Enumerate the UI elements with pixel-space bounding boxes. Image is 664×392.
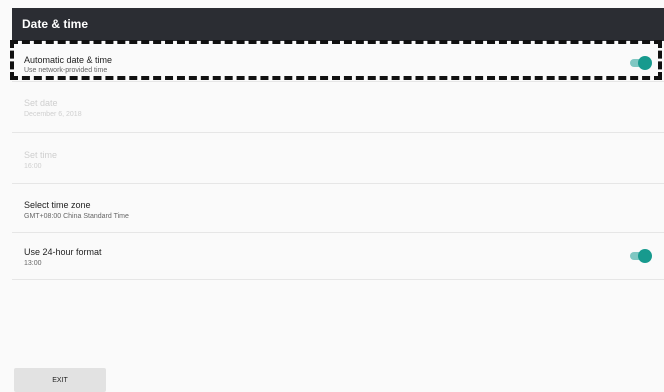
setting-set-time: Set time 16:00 — [12, 133, 664, 184]
setting-select-time-zone[interactable]: Select time zone GMT+08:00 China Standar… — [12, 184, 664, 233]
setting-label: Set time — [24, 150, 58, 160]
toggle-knob — [638, 249, 652, 263]
use-24-hour-format-toggle[interactable] — [630, 249, 652, 263]
app-header: Date & time — [12, 8, 664, 41]
setting-set-date: Set date December 6, 2018 — [12, 82, 664, 133]
setting-summary: Use network-provided time — [24, 67, 108, 74]
setting-label: Set date — [24, 98, 58, 108]
automatic-date-time-toggle[interactable] — [630, 56, 652, 70]
setting-summary: 13:00 — [24, 260, 42, 267]
toggle-knob — [638, 56, 652, 70]
setting-summary: December 6, 2018 — [24, 111, 82, 118]
setting-summary: GMT+08:00 China Standard Time — [24, 213, 129, 220]
setting-label: Use 24-hour format — [24, 247, 102, 257]
page-title: Date & time — [22, 17, 89, 31]
setting-label: Select time zone — [24, 200, 91, 210]
setting-automatic-date-time[interactable]: Automatic date & time Use network-provid… — [12, 41, 664, 82]
setting-summary: 16:00 — [24, 163, 42, 170]
setting-use-24-hour-format[interactable]: Use 24-hour format 13:00 — [12, 233, 664, 280]
exit-button[interactable]: EXIT — [14, 368, 106, 392]
setting-label: Automatic date & time — [24, 55, 113, 65]
